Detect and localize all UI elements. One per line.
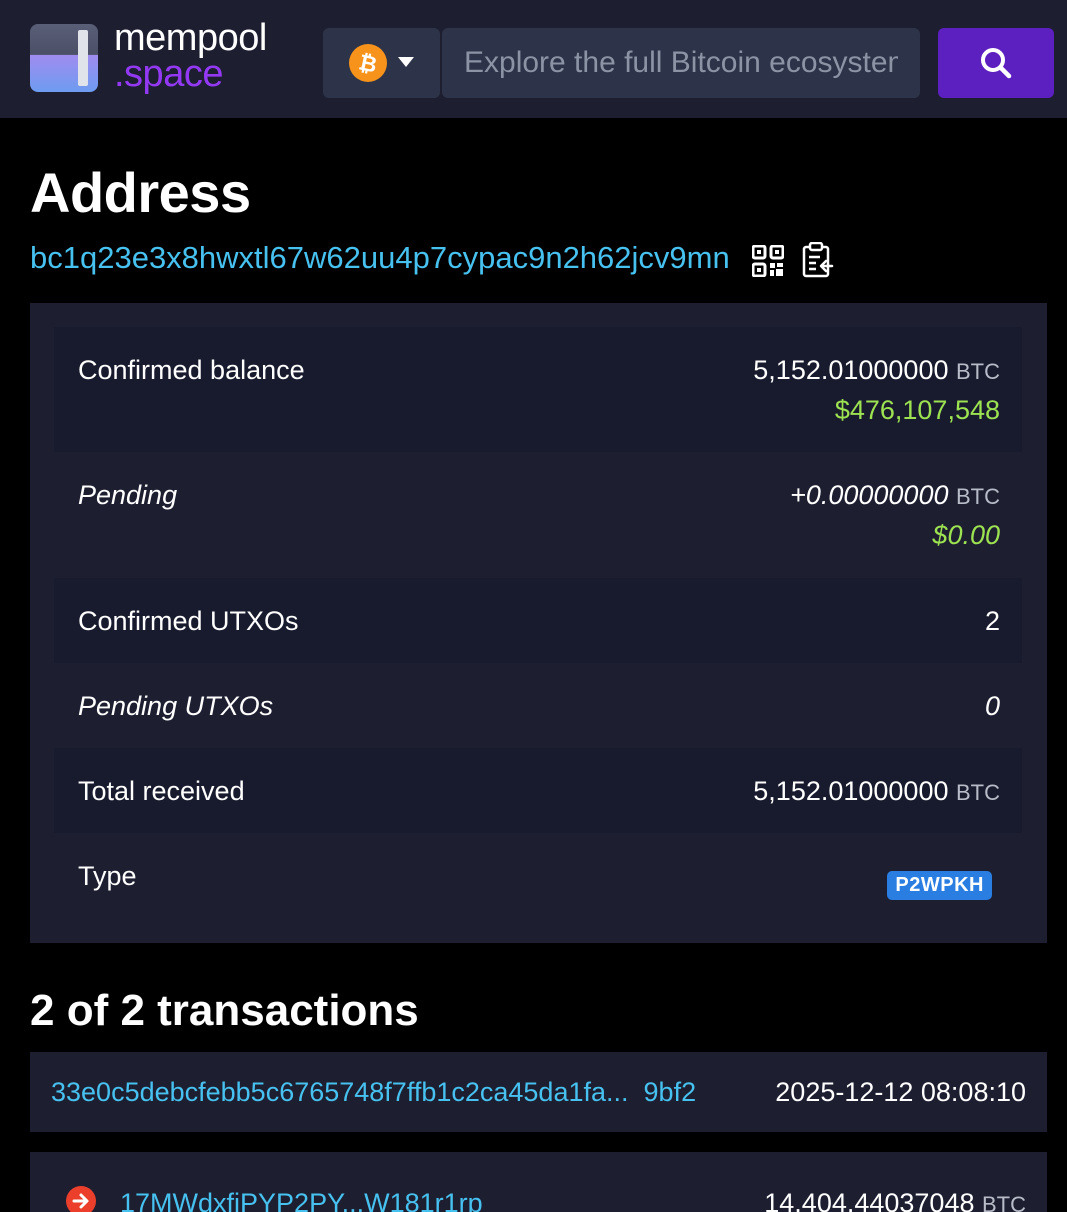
input-arrow-icon[interactable] [66, 1186, 96, 1212]
transaction-timestamp: 2025-12-12 08:08:10 [775, 1077, 1026, 1107]
network-selector[interactable]: ₿ [323, 28, 440, 98]
address-link[interactable]: bc1q23e3x8hwxtl67w62uu4p7cypac9n2h62jcv9… [30, 240, 730, 276]
confirmed-balance-fiat: $476,107,548 [834, 395, 1000, 425]
pending-utxos-value: 0 [984, 691, 1000, 721]
input-amount: 14,404.44037048 BTC [764, 1188, 1026, 1212]
txid-prefix: 33e0c5debcfebb5c6765748f7ffb1c2ca45da1fa… [51, 1077, 629, 1107]
type-row: Type P2WPKH [54, 833, 1022, 923]
address-type-badge: P2WPKH [887, 871, 992, 900]
mempool-logo-icon[interactable] [30, 24, 98, 92]
confirmed-utxos-label: Confirmed UTXOs [78, 606, 299, 636]
total-received-amount: 5,152.01000000 [753, 776, 949, 806]
brand-top: mempool [114, 17, 267, 59]
navbar: mempool .space ₿ [0, 0, 1067, 118]
pending-fiat: $0.00 [932, 520, 1000, 550]
pending-label: Pending [78, 480, 178, 510]
transaction-id-link[interactable]: 33e0c5debcfebb5c6765748f7ffb1c2ca45da1fa… [51, 1077, 696, 1108]
address-summary-box: Confirmed balance 5,152.01000000 BTC $47… [30, 303, 1047, 943]
brand-bottom: .space [114, 53, 223, 95]
pending-unit: BTC [956, 484, 1000, 509]
page-title: Address [30, 161, 251, 224]
bitcoin-icon: ₿ [349, 44, 387, 82]
total-received-row: Total received 5,152.01000000 BTC [54, 748, 1022, 833]
confirmed-utxos-row: Confirmed UTXOs 2 [54, 578, 1022, 663]
clipboard-copy-icon[interactable] [802, 242, 834, 278]
pending-utxos-label: Pending UTXOs [78, 691, 274, 721]
pending-value: +0.00000000 BTC [790, 480, 1000, 511]
transaction-io-card: 17MWdxfjPYP2PY...W181r1rp 14,404.4403704… [30, 1152, 1047, 1212]
search-icon [981, 48, 1012, 79]
confirmed-balance-unit: BTC [956, 359, 1000, 384]
type-label: Type [78, 861, 137, 891]
search-input[interactable] [442, 28, 920, 98]
confirmed-balance-label: Confirmed balance [78, 355, 305, 385]
pending-utxos-row: Pending UTXOs 0 [54, 663, 1022, 748]
qr-code-icon[interactable] [752, 245, 784, 277]
total-received-unit: BTC [956, 780, 1000, 805]
confirmed-balance-row: Confirmed balance 5,152.01000000 BTC $47… [54, 327, 1022, 452]
pending-row: Pending +0.00000000 BTC $0.00 [54, 452, 1022, 578]
total-received-value: 5,152.01000000 BTC [753, 776, 1000, 807]
txid-suffix: 9bf2 [643, 1077, 697, 1107]
transactions-heading: 2 of 2 transactions [30, 986, 419, 1035]
confirmed-utxos-value: 2 [984, 606, 1000, 636]
chevron-down-icon [398, 57, 414, 67]
total-received-label: Total received [78, 776, 245, 806]
search-button[interactable] [938, 28, 1054, 98]
pending-amount: +0.00000000 [790, 480, 949, 510]
confirmed-balance-amount: 5,152.01000000 [753, 355, 949, 385]
confirmed-balance-value: 5,152.01000000 BTC [753, 355, 1000, 386]
input-address-link[interactable]: 17MWdxfjPYP2PY...W181r1rp [120, 1188, 483, 1212]
input-amount-value: 14,404.44037048 [764, 1188, 975, 1212]
brand-name[interactable]: mempool .space [114, 17, 267, 95]
transaction-card: 33e0c5debcfebb5c6765748f7ffb1c2ca45da1fa… [30, 1052, 1047, 1132]
input-amount-unit: BTC [982, 1192, 1026, 1212]
